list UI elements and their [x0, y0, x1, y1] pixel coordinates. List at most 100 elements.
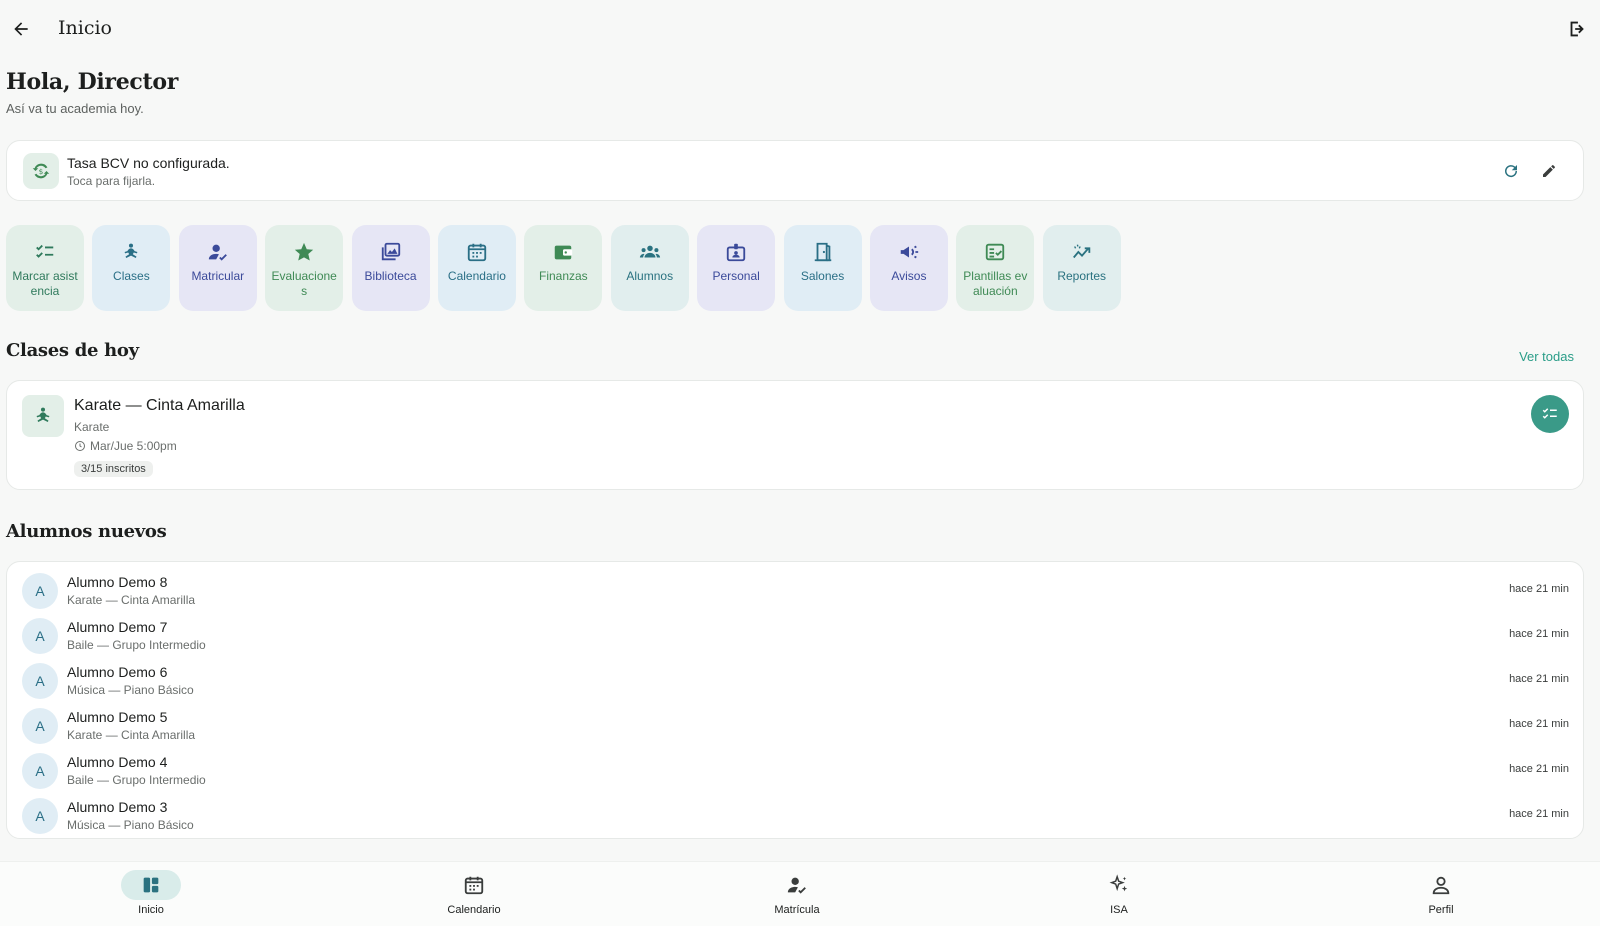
greeting-title: Hola, Director	[6, 69, 179, 95]
mark-attendance-button[interactable]	[1531, 395, 1569, 433]
student-class: Baile — Grupo Intermedio	[67, 638, 206, 652]
quick-action-matricular[interactable]: Matricular	[178, 225, 257, 311]
groups-icon	[639, 245, 660, 258]
student-time: hace 21 min	[1509, 628, 1569, 640]
nav-label: Calendario	[447, 904, 501, 916]
meditation-icon	[124, 243, 138, 258]
wallet-icon	[555, 245, 573, 260]
avatar: A	[22, 618, 58, 654]
badge-icon	[726, 243, 746, 262]
bottom-navigation: Inicio Calendario Matrícula ISA Perfil	[0, 861, 1600, 926]
quick-action-avisos[interactable]: Avisos	[869, 225, 948, 311]
student-class: Karate — Cinta Amarilla	[67, 593, 196, 607]
person-check-icon	[208, 244, 227, 261]
pencil-icon	[1543, 165, 1555, 177]
nav-inicio[interactable]: Inicio	[101, 870, 201, 922]
class-name: Karate — Cinta Amarilla	[74, 397, 245, 414]
arrow-back-icon	[14, 22, 28, 36]
quick-action-calendario[interactable]: Calendario	[437, 225, 516, 311]
svg-text:$: $	[39, 167, 44, 176]
enrolled-badge: 3/15 inscritos	[74, 461, 153, 477]
photo-library-icon	[381, 242, 400, 261]
student-name: Alumno Demo 3	[67, 799, 168, 815]
quick-action-label: Alumnos	[626, 269, 674, 283]
person-icon	[1432, 876, 1450, 895]
calendar-icon	[464, 876, 484, 895]
class-schedule-text: Mar/Jue 5:00pm	[90, 439, 177, 453]
door-icon	[814, 242, 831, 262]
quick-action-label: Salones	[800, 269, 845, 283]
currency-exchange-icon: $	[23, 153, 59, 189]
quick-action-alumnos[interactable]: Alumnos	[610, 225, 689, 311]
person-check-icon	[787, 877, 806, 894]
quick-action-label: Personal	[712, 269, 760, 283]
nav-icon-container	[767, 870, 827, 900]
top-app-bar: Inicio	[0, 0, 1600, 58]
star-icon	[295, 242, 314, 261]
megaphone-icon	[900, 245, 919, 259]
student-row[interactable]: A Alumno Demo 7 Baile — Grupo Intermedio ha…	[7, 613, 1585, 658]
see-all-link[interactable]: Ver todas	[1519, 349, 1574, 364]
class-card[interactable]: Karate — Cinta Amarilla Karate Mar/Jue 5…	[6, 380, 1584, 490]
edit-button[interactable]	[1537, 159, 1561, 183]
nav-label: Inicio	[138, 904, 164, 916]
quick-actions-row: Marcar asistencia Clases Matricular Evaluac…	[6, 225, 1121, 311]
logout-button[interactable]	[1562, 14, 1592, 44]
quick-action-label: Evaluaciones	[271, 269, 337, 298]
quick-action-marcar-asistencia[interactable]: Marcar asistencia	[6, 225, 84, 311]
class-discipline: Karate	[74, 420, 110, 434]
fact-check-icon	[986, 243, 1005, 261]
student-time: hace 21 min	[1509, 673, 1569, 685]
student-row[interactable]: A Alumno Demo 5 Karate — Cinta Amarilla hac…	[7, 703, 1585, 748]
avatar: A	[22, 798, 58, 834]
class-schedule: Mar/Jue 5:00pm	[74, 439, 177, 453]
student-row[interactable]: A Alumno Demo 6 Música — Piano Básico hace …	[7, 658, 1585, 703]
student-row[interactable]: A Alumno Demo 8 Karate — Cinta Amarilla hac…	[7, 568, 1585, 613]
classes-today-heading: Clases de hoy	[6, 340, 139, 361]
nav-icon-container	[444, 870, 504, 900]
quick-action-clases[interactable]: Clases	[92, 225, 171, 311]
rate-title: Tasa BCV no configurada.	[67, 155, 230, 171]
exchange-rate-card[interactable]: $ Tasa BCV no configurada. Toca para fij…	[6, 140, 1584, 201]
student-row[interactable]: A Alumno Demo 3 Música — Piano Básico hace …	[7, 793, 1585, 838]
quick-action-plantillas-evaluaci-n[interactable]: Plantillas evaluación	[956, 225, 1035, 311]
quick-action-personal[interactable]: Personal	[697, 225, 776, 311]
student-name: Alumno Demo 6	[67, 664, 168, 680]
nav-calendario[interactable]: Calendario	[424, 870, 524, 922]
refresh-button[interactable]	[1499, 159, 1523, 183]
quick-action-label: Matricular	[191, 269, 245, 283]
dashboard-icon	[143, 877, 159, 893]
quick-action-label: Calendario	[447, 269, 506, 283]
student-name: Alumno Demo 7	[67, 619, 168, 635]
quick-action-label: Marcar asistencia	[12, 269, 78, 298]
nav-perfil[interactable]: Perfil	[1391, 870, 1491, 922]
refresh-icon	[1505, 165, 1518, 178]
student-time: hace 21 min	[1509, 583, 1569, 595]
nav-isa[interactable]: ISA	[1069, 870, 1169, 922]
student-row[interactable]: A Alumno Demo 4 Baile — Grupo Intermedio ha…	[7, 748, 1585, 793]
greeting-subtitle: Así va tu academia hoy.	[6, 101, 144, 116]
quick-action-finanzas[interactable]: Finanzas	[524, 225, 603, 311]
sparkle-icon	[1109, 874, 1128, 892]
quick-action-reportes[interactable]: Reportes	[1042, 225, 1121, 311]
back-button[interactable]	[6, 14, 36, 44]
clock-icon	[75, 441, 85, 451]
quick-action-label: Plantillas evaluación	[963, 269, 1028, 298]
nav-label: ISA	[1110, 904, 1128, 916]
quick-action-salones[interactable]: Salones	[783, 225, 862, 311]
quick-action-label: Avisos	[891, 269, 927, 283]
logout-icon	[1570, 21, 1584, 37]
trending-icon	[1072, 244, 1090, 259]
student-class: Música — Piano Básico	[67, 683, 194, 697]
page-title: Inicio	[58, 17, 112, 39]
nav-matr-cula[interactable]: Matrícula	[747, 870, 847, 922]
nav-icon-container	[1411, 870, 1471, 900]
quick-action-biblioteca[interactable]: Biblioteca	[351, 225, 430, 311]
quick-action-evaluaciones[interactable]: Evaluaciones	[265, 225, 344, 311]
avatar: A	[22, 708, 58, 744]
avatar: A	[22, 663, 58, 699]
rate-subtitle: Toca para fijarla.	[67, 174, 156, 188]
quick-action-label: Biblioteca	[364, 269, 417, 283]
student-time: hace 21 min	[1509, 718, 1569, 730]
student-name: Alumno Demo 4	[67, 754, 168, 770]
